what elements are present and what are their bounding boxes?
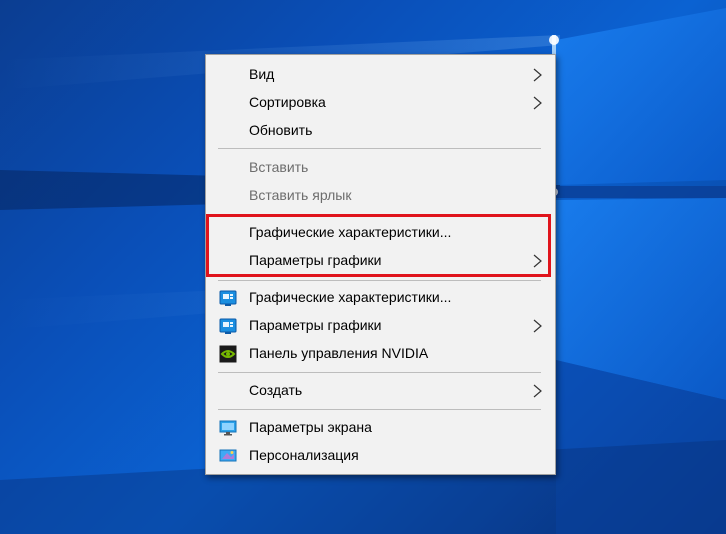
menu-item-paste: Вставить [207,154,554,182]
menu-item-label: Параметры графики [249,252,382,268]
menu-separator [218,372,541,373]
intel-graphics-icon [219,290,237,306]
menu-item-intel-graphics-properties[interactable]: Графические характеристики... [207,284,554,312]
chevron-right-icon [533,319,542,333]
menu-item-label: Графические характеристики... [249,224,452,240]
menu-item-refresh[interactable]: Обновить [207,117,554,145]
desktop-context-menu: Вид Сортировка Обновить Вставить Вставит… [205,54,556,475]
menu-item-new[interactable]: Создать [207,377,554,405]
menu-separator [218,409,541,410]
menu-separator [218,148,541,149]
menu-item-label: Панель управления NVIDIA [249,345,429,361]
personalization-icon [219,449,237,462]
intel-graphics-icon [219,318,237,334]
menu-separator [218,280,541,281]
nvidia-icon [219,345,237,363]
menu-item-label: Вид [249,66,275,82]
menu-item-label: Параметры экрана [249,419,372,435]
menu-item-label: Вставить [249,159,309,175]
menu-item-display-settings[interactable]: Параметры экрана [207,414,554,442]
menu-item-label: Параметры графики [249,317,382,333]
menu-item-sort[interactable]: Сортировка [207,89,554,117]
display-icon [219,420,237,436]
menu-separator [218,214,541,215]
menu-item-graphics-options[interactable]: Параметры графики [207,247,554,275]
menu-item-nvidia-control-panel[interactable]: Панель управления NVIDIA [207,340,554,368]
menu-item-label: Вставить ярлык [249,187,352,203]
menu-item-label: Персонализация [249,447,359,463]
menu-item-label: Сортировка [249,94,326,110]
menu-item-label: Создать [249,382,303,398]
chevron-right-icon [533,68,542,82]
chevron-right-icon [533,96,542,110]
menu-item-label: Обновить [249,122,313,138]
chevron-right-icon [533,254,542,268]
menu-item-personalization[interactable]: Персонализация [207,442,554,470]
menu-item-label: Графические характеристики... [249,289,452,305]
menu-item-paste-shortcut: Вставить ярлык [207,182,554,210]
menu-item-intel-graphics-options[interactable]: Параметры графики [207,312,554,340]
chevron-right-icon [533,384,542,398]
menu-item-view[interactable]: Вид [207,61,554,89]
menu-item-graphics-properties[interactable]: Графические характеристики... [207,219,554,247]
